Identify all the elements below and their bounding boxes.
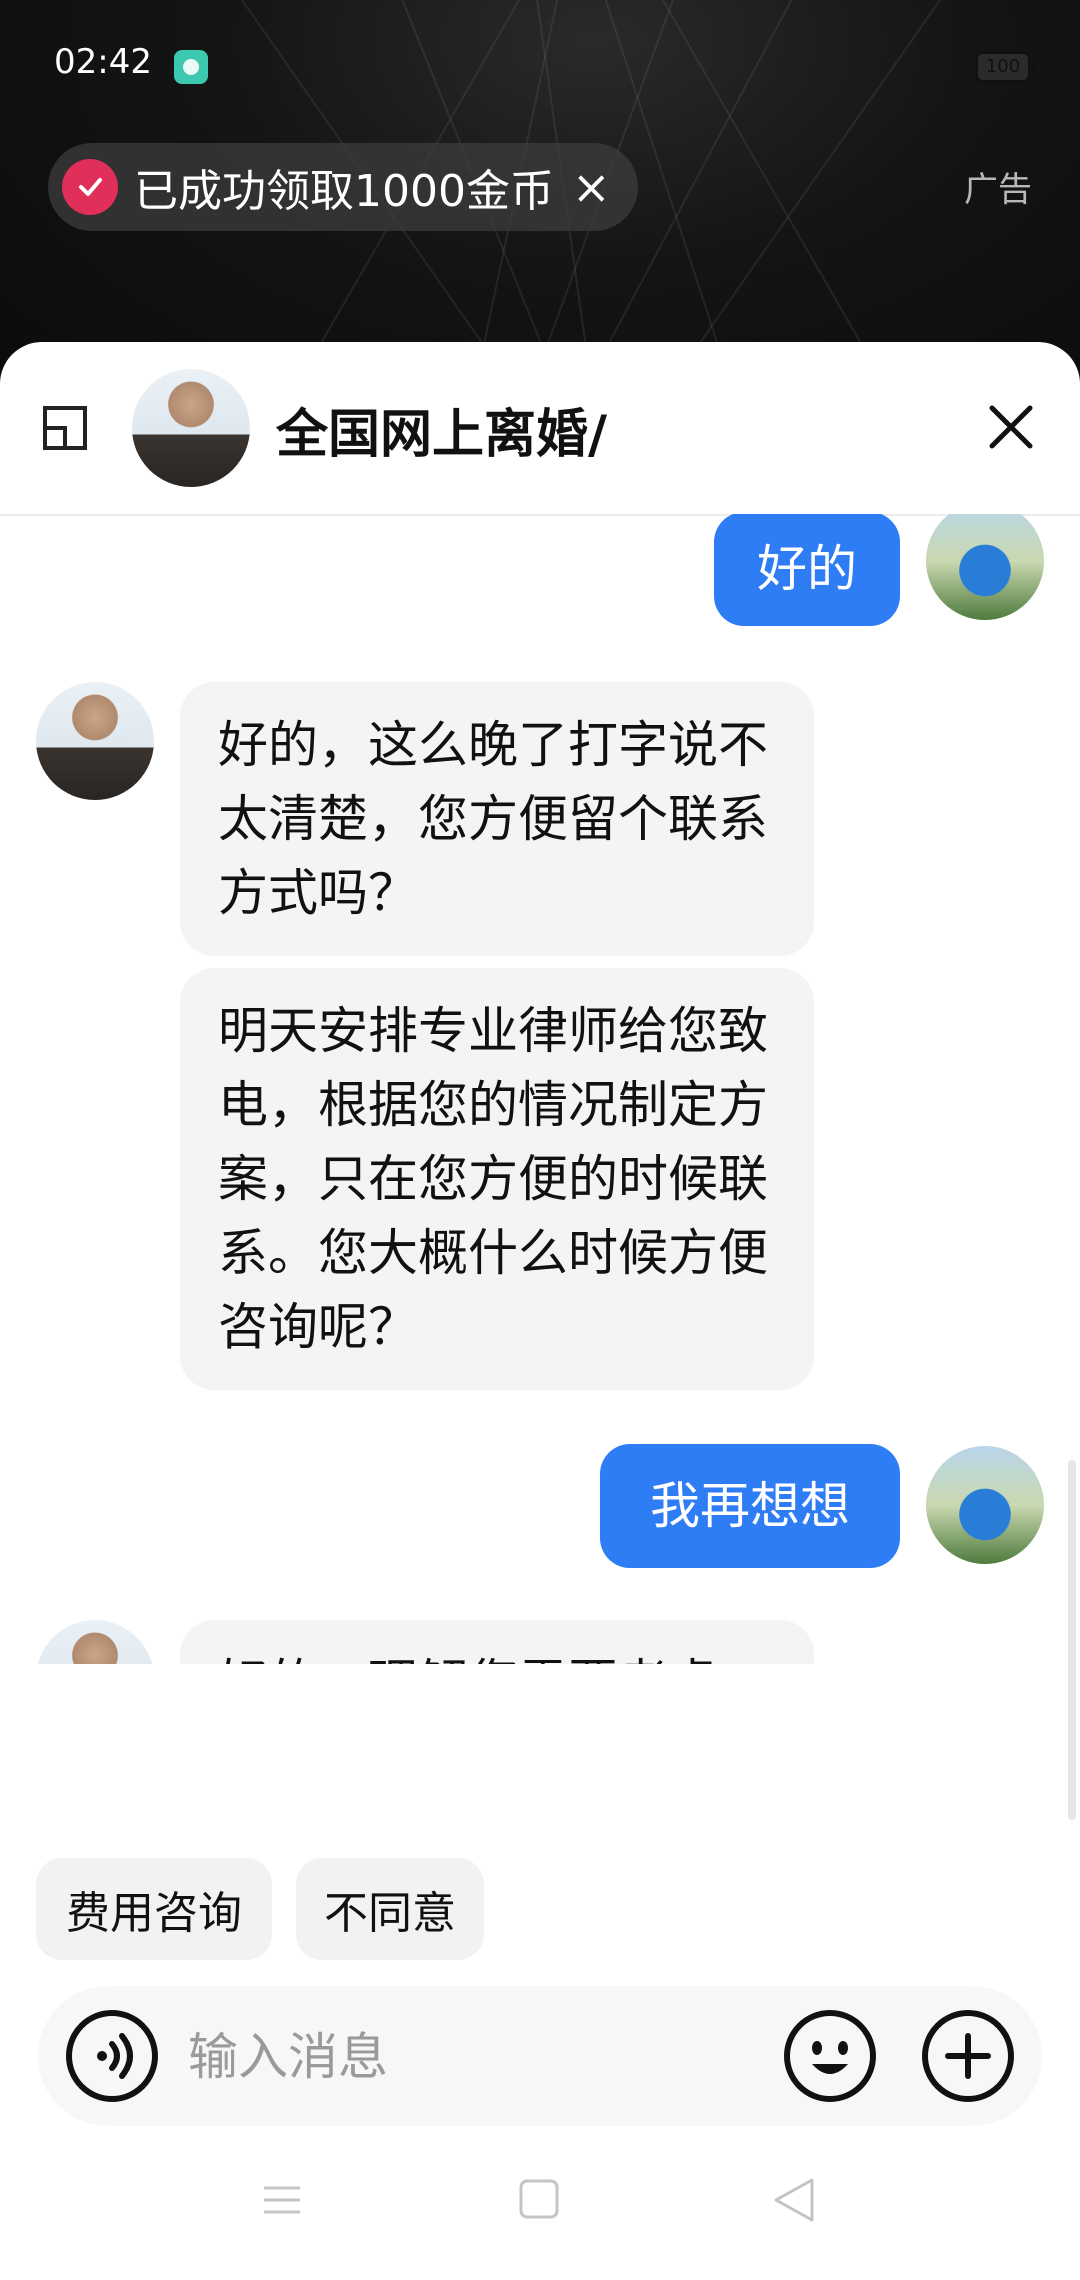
reward-toast: 已成功领取1000金币 × (48, 143, 638, 231)
plus-icon[interactable] (920, 2008, 1016, 2104)
message-list[interactable]: 好的 好的，这么晚了打字说不太清楚，您方便留个联系方式吗？ 明天安排专业律师给您… (0, 514, 1080, 1664)
lawyer-avatar[interactable] (36, 682, 154, 800)
chat-header: 全国网上离婚/ (0, 342, 1080, 516)
emoji-icon[interactable] (782, 2008, 878, 2104)
status-time: 02:42 (54, 42, 152, 82)
voice-icon[interactable] (64, 2008, 160, 2104)
lawyer-message: 好的，这么晚了打字说不太清楚，您方便留个联系方式吗？ (180, 682, 814, 956)
lawyer-avatar[interactable] (36, 1620, 154, 1664)
nav-back-icon[interactable] (772, 2176, 816, 2224)
scrollbar[interactable] (1068, 1460, 1076, 1820)
user-message: 好的 (714, 514, 900, 626)
reward-close-icon[interactable]: × (572, 160, 611, 214)
reward-text: 已成功领取1000金币 (134, 166, 554, 217)
app-notification-icon (174, 50, 208, 84)
lawyer-message: 好的，理解您需要考虑一下 (180, 1620, 814, 1664)
quick-reply-fee-consult[interactable]: 费用咨询 (36, 1858, 272, 1960)
battery-icon: 100 (975, 51, 1036, 83)
close-icon[interactable] (988, 404, 1034, 450)
status-bar: 02:42 100 (0, 0, 1080, 130)
system-nav-bar (0, 2150, 1080, 2280)
nav-menu-icon[interactable] (262, 2180, 302, 2220)
check-icon (62, 159, 118, 215)
user-avatar[interactable] (926, 514, 1044, 620)
quick-reply-disagree[interactable]: 不同意 (296, 1858, 484, 1960)
ad-label: 广告 (964, 170, 1032, 210)
nav-home-icon[interactable] (518, 2178, 560, 2220)
lawyer-avatar[interactable] (132, 369, 250, 487)
collapse-icon[interactable] (42, 405, 88, 451)
message-input-bar (38, 1986, 1042, 2126)
lawyer-message: 明天安排专业律师给您致电，根据您的情况制定方案，只在您方便的时候联系。您大概什么… (180, 968, 814, 1390)
chat-sheet: 全国网上离婚/ 好的 好的，这么晚了打字说不太清楚，您方便留个联系方式吗？ 明天… (0, 342, 1080, 2280)
user-avatar[interactable] (926, 1446, 1044, 1564)
chat-title: 全国网上离婚/ (276, 405, 607, 465)
user-message: 我再想想 (600, 1444, 900, 1568)
message-input[interactable] (186, 2016, 790, 2098)
